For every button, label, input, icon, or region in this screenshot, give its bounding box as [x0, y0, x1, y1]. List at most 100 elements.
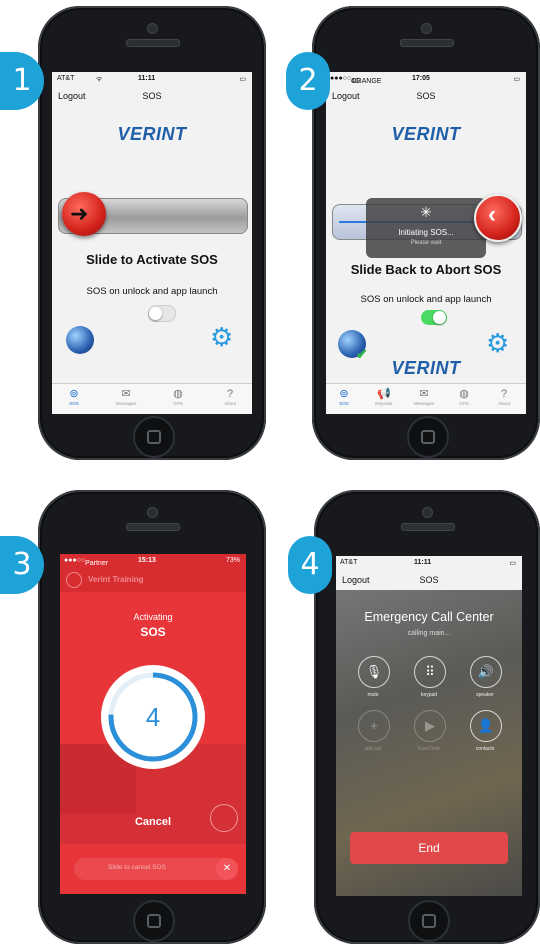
home-button[interactable] — [133, 900, 175, 942]
keypad-button[interactable]: ⠿ — [414, 656, 446, 688]
nav-bar: Logout SOS — [326, 86, 526, 106]
carrier: AT&T — [340, 559, 358, 566]
app-icon — [66, 572, 82, 588]
countdown-number: 4 — [145, 702, 161, 732]
facetime-button[interactable]: ▶ — [414, 710, 446, 742]
tab-about[interactable]: ? About — [486, 387, 522, 406]
home-button[interactable] — [133, 416, 175, 458]
verint-logo-bottom: VERINT — [391, 358, 461, 378]
clock: 17:05 — [412, 75, 430, 82]
speaker-button[interactable]: 🔊 — [470, 656, 502, 688]
cancel-button[interactable]: Cancel — [60, 816, 246, 828]
slide-cancel-bar[interactable]: Slide to cancel SOS ✕ — [74, 858, 238, 880]
megaphone-icon: 📢 — [377, 388, 391, 400]
tab-messages[interactable]: ✉ Messages — [406, 387, 442, 406]
question-icon: ? — [500, 388, 508, 400]
globe-icon: ◍ — [459, 388, 469, 400]
earpiece — [126, 39, 180, 47]
globe-icon[interactable] — [66, 326, 94, 354]
tab-messages[interactable]: ✉ Messages — [108, 387, 144, 406]
end-call-button[interactable]: End — [350, 832, 508, 864]
carrier: ●●●○○ Partner — [64, 557, 109, 567]
tab-gps[interactable]: ◍ GPS — [160, 387, 196, 406]
tab-bar: ⊚ SOS 📢 Reporter ✉ Messages ◍ GPS ? About — [326, 383, 526, 414]
speaker-icon: 🔊 — [477, 664, 495, 679]
add-call-label: add call — [364, 746, 382, 752]
sos-icon: ⊚ — [339, 388, 349, 400]
screen-3: ●●●○○ Partner 15:13 73% Verint Training … — [60, 554, 246, 894]
close-icon[interactable]: ✕ — [216, 858, 238, 880]
tab-about[interactable]: ? About — [212, 387, 248, 406]
gear-icon[interactable]: ⚙ — [210, 322, 233, 353]
sos-label: SOS — [140, 625, 166, 639]
battery-icon: ▭ — [509, 560, 516, 567]
toggle-knob — [433, 311, 446, 324]
status-bar: ●●●○○ ORANGE 4G 17:05 ▭ — [326, 72, 526, 86]
carrier: AT&T — [57, 75, 75, 82]
sos-icon: ⊚ — [69, 388, 79, 400]
app-title: Verint Training — [88, 575, 144, 584]
phone-4: AT&T 11:11 ▭ Logout SOS Emergency Call C… — [314, 490, 540, 944]
front-camera — [421, 23, 432, 34]
slide-cancel-label: Slide to cancel SOS — [108, 864, 166, 871]
video-icon: ▶ — [425, 718, 435, 733]
nav-bar: Logout SOS — [52, 86, 252, 106]
globe-icon: ◍ — [173, 388, 183, 400]
plus-icon: + — [370, 718, 378, 733]
add-call-button[interactable]: + — [358, 710, 390, 742]
keypad-icon: ⠿ — [425, 664, 435, 679]
abort-slider-knob[interactable]: ‹ — [474, 194, 522, 242]
speaker-label: speaker — [476, 692, 494, 698]
home-button[interactable] — [407, 416, 449, 458]
clock: 11:11 — [138, 75, 156, 82]
mic-off-icon: 🎙 — [365, 664, 383, 679]
unlock-label: SOS on unlock and app launch — [360, 294, 492, 305]
phone-3: ●●●○○ Partner 15:13 73% Verint Training … — [38, 490, 266, 944]
slide-label: Slide to Activate SOS — [86, 252, 218, 267]
battery-icon: ▭ — [513, 76, 520, 83]
please-wait-text: Please wait — [410, 240, 442, 246]
clock: 15:13 — [138, 557, 156, 564]
mute-button[interactable]: 🎙 — [358, 656, 390, 688]
call-center-name: Emergency Call Center — [364, 610, 494, 624]
arrow-right-icon: ➜ — [70, 201, 89, 226]
toggle-knob — [149, 307, 162, 320]
chevron-left-icon: ‹ — [488, 201, 496, 228]
page-title: SOS — [419, 575, 439, 585]
app-header: Verint Training — [60, 568, 246, 592]
question-icon: ? — [226, 388, 234, 400]
tab-sos[interactable]: ⊚ SOS — [56, 387, 92, 406]
unlock-toggle[interactable] — [148, 305, 176, 322]
tab-reporter[interactable]: 📢 Reporter — [366, 387, 402, 406]
tab-sos[interactable]: ⊚ SOS — [326, 387, 362, 406]
envelope-icon: ✉ — [121, 388, 131, 400]
step-badge-4: 4 — [288, 536, 332, 594]
initiating-text: Initiating SOS... — [398, 228, 454, 237]
home-button[interactable] — [408, 900, 450, 942]
status-bar: ●●●○○ Partner 15:13 73% — [60, 554, 246, 568]
nav-bar: Logout SOS — [336, 570, 522, 590]
contacts-label: contacts — [475, 746, 495, 752]
gear-icon[interactable]: ⚙ — [486, 328, 509, 359]
phone-1: AT&T ᯤ 11:11 ▭ Logout SOS VERINT ➜ Slide… — [38, 6, 266, 460]
front-camera — [422, 507, 433, 518]
wifi-icon: ᯤ — [96, 76, 103, 83]
tab-gps[interactable]: ◍ GPS — [446, 387, 482, 406]
facetime-label: FaceTime — [417, 746, 441, 752]
tab-bar: ⊚ SOS ✉ Messages ◍ GPS ? About — [52, 383, 252, 414]
screen-4: AT&T 11:11 ▭ Logout SOS Emergency Call C… — [336, 556, 522, 896]
page-title: SOS — [142, 91, 162, 101]
earpiece — [401, 523, 455, 531]
screen-1: AT&T ᯤ 11:11 ▭ Logout SOS VERINT ➜ Slide… — [52, 72, 252, 414]
spinner-icon: ✳ — [420, 204, 432, 220]
step-badge-2: 2 — [286, 52, 330, 110]
contacts-button[interactable]: 👤 — [470, 710, 502, 742]
phone-2: ●●●○○ ORANGE 4G 17:05 ▭ Logout SOS VERIN… — [312, 6, 540, 460]
earpiece — [400, 39, 454, 47]
front-camera — [147, 507, 158, 518]
verint-logo: VERINT — [391, 124, 461, 144]
mute-label: mute — [367, 692, 379, 698]
sos-slider-knob[interactable]: ➜ — [62, 192, 106, 236]
unlock-toggle[interactable] — [421, 310, 447, 325]
battery-level: 73% — [225, 557, 240, 564]
